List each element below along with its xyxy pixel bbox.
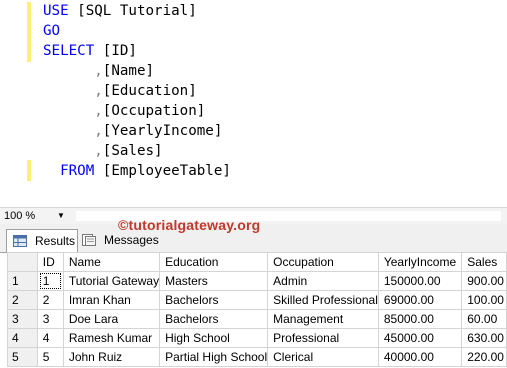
sql-keyword: SELECT [43, 43, 95, 59]
header-row: ID Name Education Occupation YearlyIncom… [7, 252, 507, 272]
sql-keyword: USE [43, 3, 69, 19]
cell-id[interactable]: 5 [36, 347, 64, 367]
query-editor[interactable]: USE [SQL Tutorial] GO SELECT [ID] ,[Name… [0, 0, 507, 207]
cell-sales[interactable]: 60.00 [461, 309, 507, 329]
dropdown-arrow-icon[interactable]: ▼ [57, 208, 65, 224]
results-table: ID Name Education Occupation YearlyIncom… [7, 252, 507, 367]
cell-id[interactable]: 2 [36, 290, 64, 310]
code-line[interactable]: ,[Name] [43, 61, 154, 81]
sql-keyword: FROM [60, 163, 95, 179]
code-text: [Sales] [102, 143, 163, 159]
cell-yearlyincome[interactable]: 45000.00 [377, 328, 463, 348]
cell-sales[interactable]: 630.00 [461, 328, 507, 348]
code-line[interactable]: ,[Sales] [43, 141, 163, 161]
cell-occupation[interactable]: Admin [267, 271, 379, 291]
column-header-sales[interactable]: Sales [461, 252, 507, 272]
results-grid[interactable]: ID Name Education Occupation YearlyIncom… [7, 252, 507, 368]
cell-occupation[interactable]: Skilled Professional [267, 290, 379, 310]
watermark: ©tutorialgateway.org [118, 217, 261, 233]
cell-id-selected[interactable]: 1 [36, 271, 64, 291]
cell-sales[interactable]: 900.00 [461, 271, 507, 291]
column-header-name[interactable]: Name [62, 252, 161, 272]
cell-yearlyincome[interactable]: 40000.00 [377, 347, 463, 367]
column-header-education[interactable]: Education [159, 252, 269, 272]
cell-name[interactable]: Ramesh Kumar [62, 328, 161, 348]
column-header-id[interactable]: ID [36, 252, 64, 272]
changed-lines-marker [27, 160, 31, 181]
changed-lines-marker [27, 2, 31, 62]
cell-occupation[interactable]: Professional [267, 328, 379, 348]
code-line[interactable]: ,[YearlyIncome] [43, 121, 222, 141]
code-text: [EmployeeTable] [94, 163, 231, 179]
code-comma: , [94, 143, 103, 159]
tab-results[interactable]: Results [6, 229, 78, 252]
code-line[interactable]: USE [SQL Tutorial] [43, 1, 197, 21]
cell-education[interactable]: Bachelors [159, 290, 269, 310]
table-row[interactable]: 5 5 John Ruiz Partial High School Cleric… [7, 347, 507, 367]
cell-occupation[interactable]: Clerical [267, 347, 379, 367]
code-line[interactable]: FROM [EmployeeTable] [43, 161, 231, 181]
code-text: [SQL Tutorial] [68, 3, 197, 19]
cell-sales[interactable]: 100.00 [461, 290, 507, 310]
cell-sales[interactable]: 220.00 [461, 347, 507, 367]
grid-icon [13, 235, 27, 247]
cell-name[interactable]: Imran Khan [62, 290, 161, 310]
cell-yearlyincome[interactable]: 150000.00 [377, 271, 463, 291]
cell-education[interactable]: High School [159, 328, 269, 348]
row-number[interactable]: 3 [7, 309, 38, 329]
row-number[interactable]: 4 [7, 328, 38, 348]
cell-name[interactable]: Tutorial Gateway [62, 271, 161, 291]
code-text: [YearlyIncome] [102, 123, 223, 139]
row-number[interactable]: 5 [7, 347, 38, 367]
sql-keyword: GO [43, 23, 61, 39]
table-row[interactable]: 2 2 Imran Khan Bachelors Skilled Profess… [7, 290, 507, 310]
code-text: [Name] [102, 63, 155, 79]
column-header-yearlyincome[interactable]: YearlyIncome [377, 252, 463, 272]
row-number[interactable]: 1 [7, 271, 38, 291]
table-row[interactable]: 4 4 Ramesh Kumar High School Professiona… [7, 328, 507, 348]
code-text: [Education] [102, 83, 197, 99]
table-row[interactable]: 3 3 Doe Lara Bachelors Management 85000.… [7, 309, 507, 329]
cell-yearlyincome[interactable]: 85000.00 [377, 309, 463, 329]
code-text: [ID] [94, 43, 137, 59]
code-line[interactable]: SELECT [ID] [43, 41, 137, 61]
cell-focus-box [39, 273, 61, 289]
cell-occupation[interactable]: Management [267, 309, 379, 329]
column-header-occupation[interactable]: Occupation [267, 252, 379, 272]
cell-id[interactable]: 4 [36, 328, 64, 348]
cell-id[interactable]: 3 [36, 309, 64, 329]
code-comma: , [94, 123, 103, 139]
cell-education[interactable]: Masters [159, 271, 269, 291]
cell-name[interactable]: Doe Lara [62, 309, 161, 329]
messages-icon [82, 234, 96, 246]
code-text: [Occupation] [102, 103, 206, 119]
code-line[interactable]: ,[Education] [43, 81, 197, 101]
tab-results-label: Results [35, 234, 76, 248]
code-line[interactable]: ,[Occupation] [43, 101, 205, 121]
code-comma: , [94, 63, 103, 79]
cell-name[interactable]: John Ruiz [62, 347, 161, 367]
cell-yearlyincome[interactable]: 69000.00 [377, 290, 463, 310]
cell-education[interactable]: Partial High School [159, 347, 269, 367]
code-comma: , [94, 103, 103, 119]
code-line[interactable]: GO [43, 21, 60, 41]
table-row[interactable]: 1 1 Tutorial Gateway Masters Admin 15000… [7, 271, 507, 291]
zoom-select[interactable]: 100 % [4, 208, 35, 224]
cell-education[interactable]: Bachelors [159, 309, 269, 329]
row-number[interactable]: 2 [7, 290, 38, 310]
code-comma: , [94, 83, 103, 99]
column-header-rownum[interactable] [7, 252, 38, 272]
